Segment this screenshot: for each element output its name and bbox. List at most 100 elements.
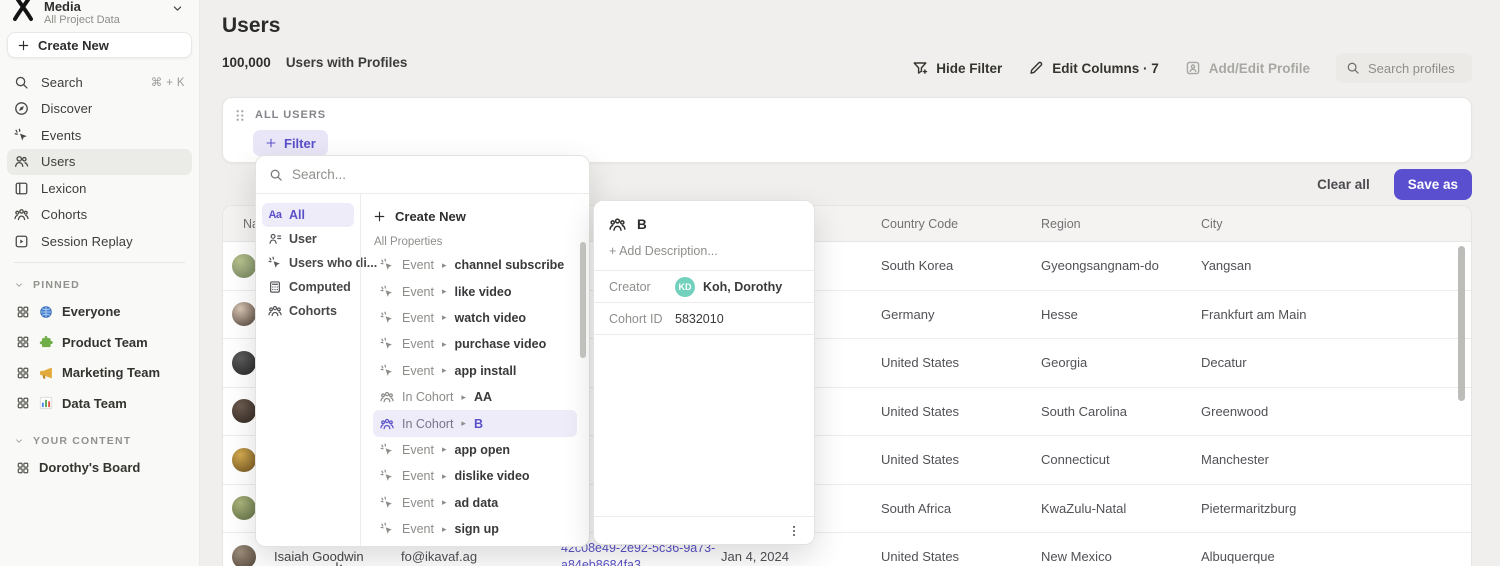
pinned-board-item[interactable]: Marketing Team [7, 358, 192, 389]
table-scrollbar[interactable] [1458, 246, 1465, 401]
your-content-section-header[interactable]: YOUR CONTENT [7, 429, 192, 453]
add-edit-profile-button[interactable]: Add/Edit Profile [1185, 60, 1310, 76]
compass-icon [14, 101, 29, 116]
filter-card: ALL USERS Filter [222, 97, 1472, 163]
user-region: South Carolina [1041, 404, 1201, 419]
sidebar-nav-item[interactable]: Events [7, 122, 192, 149]
pinned-section-header[interactable]: PINNED [7, 273, 192, 297]
picker-tab[interactable]: User [262, 227, 354, 251]
user-country: South Korea [881, 258, 1041, 273]
search-profiles-input[interactable] [1368, 61, 1462, 76]
picker-search-row[interactable] [256, 156, 589, 194]
grid-icon [16, 396, 30, 410]
picker-property-item[interactable]: Event ▸ channel subscribe [373, 252, 577, 278]
event-icon [14, 128, 29, 143]
pinned-board-item[interactable]: Everyone [7, 297, 192, 328]
dots-icon[interactable] [235, 109, 245, 122]
search-icon [1346, 61, 1360, 75]
collapse-icon[interactable] [332, 560, 347, 566]
cohort-id-row: Cohort ID 5832010 [594, 302, 814, 334]
sidebar-nav-item[interactable]: Session Replay [7, 228, 192, 255]
save-as-button[interactable]: Save as [1394, 169, 1472, 200]
user-email: fo@ikavaf.ag [401, 549, 561, 564]
picker-property-item[interactable]: Event ▸ watch video [373, 305, 577, 331]
toolbar: Hide Filter Edit Columns · 7 Add/Edit Pr… [912, 53, 1472, 83]
picker-property-item[interactable]: Event ▸ ad data [373, 490, 577, 516]
event-icon [380, 443, 394, 457]
picker-tab[interactable]: Computed [262, 275, 354, 299]
user-region: Georgia [1041, 355, 1201, 370]
column-header-country-code[interactable]: Country Code [881, 217, 1041, 231]
your-content-board-item[interactable]: Dorothy's Board [7, 453, 192, 484]
user-city: Decatur [1201, 355, 1471, 370]
globe-icon [39, 305, 53, 319]
cohort-id-value: 5832010 [675, 312, 724, 326]
cohorts-icon [380, 390, 394, 404]
pinned-board-item[interactable]: Product Team [7, 327, 192, 358]
sidebar-nav-item[interactable]: Users [7, 149, 192, 176]
column-header-city[interactable]: City [1201, 217, 1471, 231]
filter-group-label: ALL USERS [255, 109, 326, 121]
sidebar-nav-item[interactable]: Discover [7, 96, 192, 123]
picker-create-new-button[interactable]: Create New [373, 203, 577, 229]
search-profiles-box[interactable] [1336, 53, 1472, 83]
arrow-separator: ▸ [442, 286, 447, 297]
picker-tab[interactable]: Users who di... [262, 251, 354, 275]
chart-icon [39, 396, 53, 410]
picker-property-item[interactable]: In Cohort ▸ AA [373, 384, 577, 410]
sidebar-nav: Search ⌘ + K Discover Events Users Lexic… [7, 69, 192, 255]
add-description-button[interactable]: + Add Description... [594, 242, 814, 270]
picker-property-item[interactable]: Event ▸ sign up [373, 516, 577, 542]
column-header-region[interactable]: Region [1041, 217, 1201, 231]
arrow-separator: ▸ [442, 339, 447, 350]
picker-list: Create New All Properties Event ▸ channe… [360, 194, 589, 546]
user-city: Albuquerque [1201, 549, 1471, 564]
user-city: Manchester [1201, 452, 1471, 467]
sidebar: Media All Project Data Create New Search… [0, 0, 200, 566]
grid-icon [16, 366, 30, 380]
event-icon [380, 364, 394, 378]
avatar [232, 302, 256, 326]
user-region: New Mexico [1041, 549, 1201, 564]
picker-tab[interactable]: Aa All [262, 203, 354, 227]
plus-icon [265, 137, 277, 149]
megaphone-icon [39, 366, 53, 380]
kebab-icon[interactable] [787, 524, 801, 538]
picker-property-item[interactable]: Event ▸ app open [373, 437, 577, 463]
replay-icon [14, 234, 29, 249]
event-icon [380, 522, 394, 536]
pinned-board-item[interactable]: Data Team [7, 388, 192, 419]
filter-property-picker: Aa All User Users who di... Computed Coh… [255, 155, 590, 547]
picker-property-item[interactable]: Event ▸ dislike video [373, 463, 577, 489]
hide-filter-button[interactable]: Hide Filter [912, 60, 1002, 76]
picker-search-input[interactable] [292, 167, 576, 182]
clear-all-button[interactable]: Clear all [1317, 177, 1370, 192]
workspace-switcher[interactable]: Media All Project Data [7, 0, 192, 26]
picker-property-item[interactable]: In Cohort ▸ B [373, 410, 577, 436]
picker-tab[interactable]: Cohorts [262, 299, 354, 323]
picker-property-item[interactable]: Event ▸ purchase video [373, 331, 577, 357]
arrow-separator: ▸ [442, 497, 447, 508]
chevron-icon [14, 436, 24, 446]
grid-icon [16, 335, 30, 349]
event-icon [380, 337, 394, 351]
creator-name: Koh, Dorothy [703, 280, 782, 294]
create-new-button[interactable]: Create New [7, 32, 192, 58]
arrow-separator: ▸ [442, 444, 447, 455]
event-icon [380, 285, 394, 299]
sidebar-nav-item[interactable]: Cohorts [7, 202, 192, 229]
user-city: Frankfurt am Main [1201, 307, 1471, 322]
picker-property-item[interactable]: Event ▸ like video [373, 278, 577, 304]
edit-columns-button[interactable]: Edit Columns · 7 [1028, 60, 1159, 76]
sidebar-nav-item[interactable]: Lexicon [7, 175, 192, 202]
cohorts-icon [268, 304, 282, 318]
cohort-details-popover: B + Add Description... Creator KD Koh, D… [593, 200, 815, 545]
picker-scrollbar[interactable] [580, 242, 586, 358]
grid-icon [16, 305, 30, 319]
cohort-title: B [637, 217, 647, 232]
picker-property-item[interactable]: Event ▸ app install [373, 358, 577, 384]
add-filter-button[interactable]: Filter [253, 130, 328, 156]
sidebar-nav-item[interactable]: Search ⌘ + K [7, 69, 192, 96]
chevron-icon [14, 280, 24, 290]
search-icon [14, 75, 29, 90]
